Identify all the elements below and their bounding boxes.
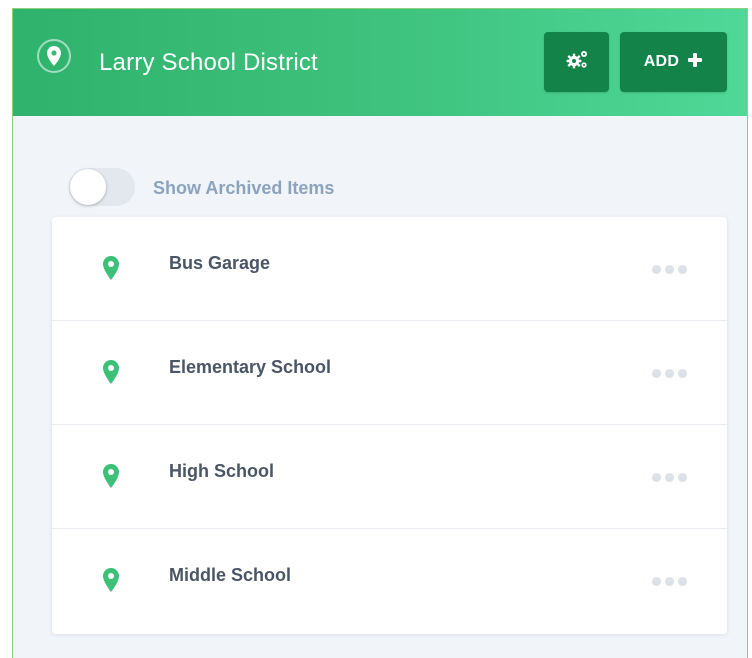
list-item[interactable]: Elementary School (52, 321, 727, 425)
list-item-label: Bus Garage (169, 253, 271, 273)
location-list: Bus Garage Elementary School High School… (52, 217, 727, 634)
add-button[interactable]: ADD (620, 32, 727, 92)
map-pin-icon (37, 39, 71, 73)
add-button-label: ADD (643, 53, 680, 70)
more-options-icon[interactable] (650, 575, 689, 588)
map-pin-icon (102, 567, 120, 593)
toggle-knob (70, 169, 106, 205)
gears-icon (565, 49, 589, 76)
map-pin-icon (102, 359, 120, 385)
plus-icon (687, 52, 703, 73)
settings-button[interactable] (544, 32, 609, 92)
show-archived-toggle[interactable] (69, 168, 135, 206)
list-item[interactable]: Bus Garage (52, 217, 727, 321)
list-item-label: Elementary School (169, 357, 332, 377)
more-options-icon[interactable] (650, 367, 689, 380)
panel-header: Larry School District ADD (13, 9, 747, 116)
list-item-label: High School (169, 461, 274, 481)
list-item[interactable]: High School (52, 425, 727, 529)
more-options-icon[interactable] (650, 263, 689, 276)
show-archived-label: Show Archived Items (153, 178, 335, 198)
list-item-label: Middle School (169, 565, 292, 585)
location-panel: Larry School District ADD Show Archived … (12, 8, 748, 658)
more-options-icon[interactable] (650, 471, 689, 484)
map-pin-icon (102, 255, 120, 281)
archive-toggle-row: Show Archived Items (69, 168, 469, 206)
page-title: Larry School District (99, 49, 318, 76)
list-item[interactable]: Middle School (52, 529, 727, 633)
map-pin-icon (102, 463, 120, 489)
